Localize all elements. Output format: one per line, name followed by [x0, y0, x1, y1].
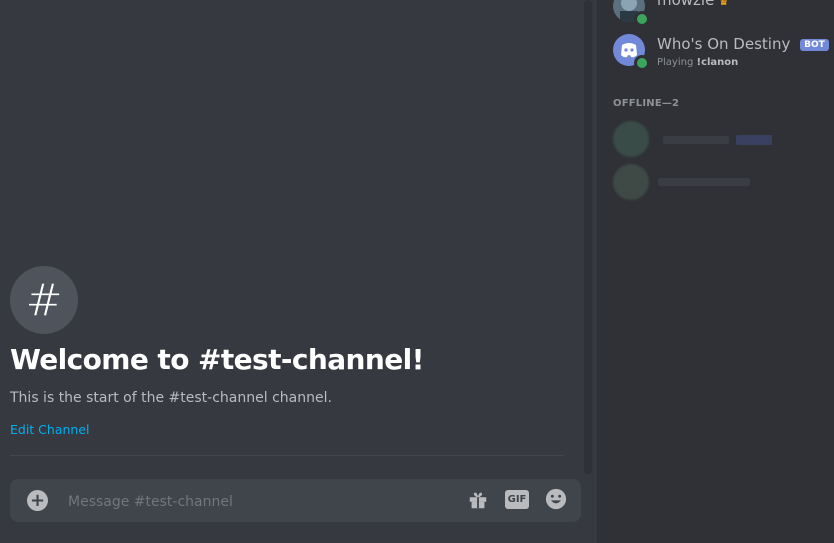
- gif-button[interactable]: GIF: [505, 490, 529, 509]
- crown-icon: ♛: [718, 0, 730, 8]
- redacted-badge: [736, 135, 772, 145]
- bot-badge: BOT: [800, 38, 829, 51]
- divider: [10, 455, 564, 456]
- chat-scrollbar[interactable]: [584, 0, 592, 474]
- welcome-title: Welcome to #test-channel!: [10, 343, 424, 376]
- channel-hash-icon: #: [10, 266, 78, 334]
- member-name-text: Who's On Destiny: [657, 35, 791, 53]
- member-name-text: mowzie: [657, 0, 715, 9]
- message-composer: + GIF: [10, 479, 581, 522]
- plus-circle-icon: +: [29, 490, 46, 511]
- welcome-description: This is the start of the #test-channel c…: [10, 390, 332, 406]
- add-attachment-button[interactable]: +: [27, 490, 48, 511]
- message-input[interactable]: [66, 487, 450, 517]
- avatar: [613, 164, 649, 200]
- offline-section-header: OFFLINE—2: [613, 98, 680, 109]
- online-status-icon: [634, 55, 650, 71]
- member-item-mowzie[interactable]: mowzie ♛: [613, 0, 828, 30]
- member-list: mowzie ♛ Who's On Destiny BOT Playing !cl…: [597, 0, 834, 543]
- activity-prefix: Playing: [657, 57, 694, 68]
- gift-icon[interactable]: [467, 489, 489, 511]
- member-name: mowzie ♛: [657, 0, 729, 9]
- member-name: Who's On Destiny BOT: [657, 35, 829, 53]
- avatar: [613, 121, 649, 157]
- online-status-icon: [634, 11, 650, 27]
- redacted-name: [663, 136, 729, 144]
- edit-channel-link[interactable]: Edit Channel: [10, 422, 90, 437]
- activity-name: !clanon: [696, 57, 739, 68]
- chat-area: # Welcome to #test-channel! This is the …: [0, 0, 597, 543]
- member-item-whos-on-destiny[interactable]: Who's On Destiny BOT Playing !clanon: [613, 34, 829, 74]
- member-activity: Playing !clanon: [657, 57, 738, 68]
- redacted-name: [658, 178, 750, 186]
- smiley-icon[interactable]: [545, 488, 567, 510]
